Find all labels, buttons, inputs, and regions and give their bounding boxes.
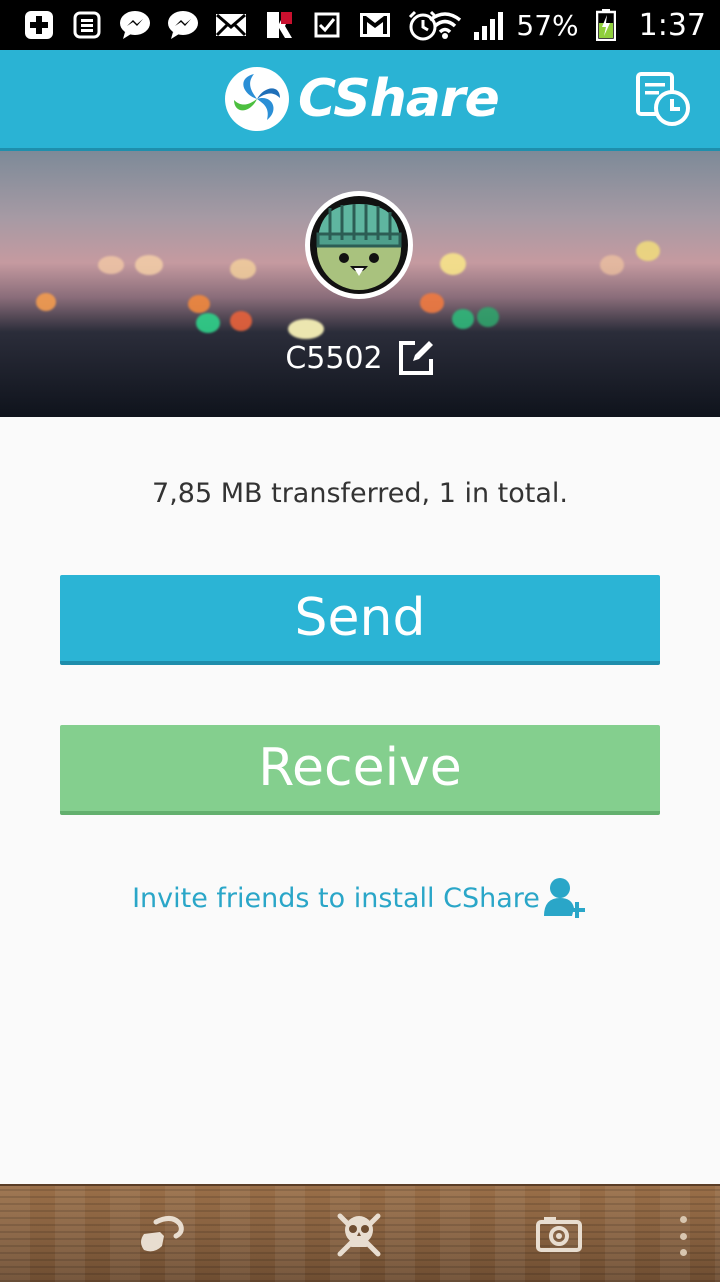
bokeh-light — [230, 311, 252, 331]
avatar[interactable] — [305, 191, 413, 299]
bokeh-light — [288, 319, 324, 339]
invite-friends-link[interactable]: Invite friends to install CShare — [0, 876, 720, 920]
receive-button[interactable]: Receive — [60, 725, 660, 815]
camera-icon[interactable] — [534, 1210, 584, 1260]
bokeh-light — [440, 253, 466, 275]
notes-icon — [70, 8, 104, 42]
history-button[interactable] — [634, 70, 692, 128]
cshare-logo-icon — [225, 67, 289, 131]
dot — [679, 1249, 687, 1256]
bokeh-light — [477, 307, 499, 327]
bokeh-light — [452, 309, 474, 329]
bokeh-light — [188, 295, 210, 313]
bokeh-light — [196, 313, 220, 333]
add-icon — [22, 8, 56, 42]
messenger-icon — [166, 8, 200, 42]
transfer-stats: 7,85 MB transferred, 1 in total. — [152, 478, 568, 509]
bokeh-light — [135, 255, 163, 275]
app-header: CShare — [0, 50, 720, 151]
device-name: C5502 — [285, 340, 383, 376]
checkbox-icon — [310, 8, 344, 42]
app-logo: CShare — [222, 64, 500, 134]
dot — [679, 1232, 687, 1240]
edit-icon[interactable] — [397, 339, 435, 377]
status-bar: 57% 1:37 — [0, 0, 720, 50]
clock: 1:37 — [638, 7, 706, 43]
signal-icon — [472, 8, 506, 42]
send-button[interactable]: Send — [60, 575, 660, 665]
device-name-row: C5502 — [0, 339, 720, 377]
bokeh-light — [230, 259, 256, 279]
bokeh-light — [636, 241, 660, 261]
bokeh-light — [420, 293, 444, 313]
avatar-beanie-face-icon — [310, 196, 408, 294]
antivirus-icon — [262, 8, 296, 42]
invite-text: Invite friends to install CShare — [132, 882, 540, 914]
bokeh-light — [600, 255, 624, 275]
mail-icon — [214, 8, 248, 42]
wifi-icon — [428, 8, 462, 42]
profile-banner: C5502 — [0, 151, 720, 417]
logo-text: CShare — [298, 69, 500, 129]
battery-percent: 57% — [516, 8, 579, 42]
bokeh-light — [36, 293, 56, 311]
add-user-icon — [543, 878, 585, 918]
more-icon[interactable] — [678, 1216, 688, 1256]
skull-icon[interactable] — [334, 1210, 384, 1260]
bokeh-light — [98, 256, 124, 274]
bottom-nav — [0, 1184, 720, 1282]
history-icon — [636, 72, 690, 126]
battery-icon — [589, 8, 623, 42]
gmail-icon — [358, 8, 392, 42]
messenger-icon — [118, 8, 152, 42]
dot — [679, 1216, 687, 1223]
hook-icon[interactable] — [136, 1210, 186, 1260]
